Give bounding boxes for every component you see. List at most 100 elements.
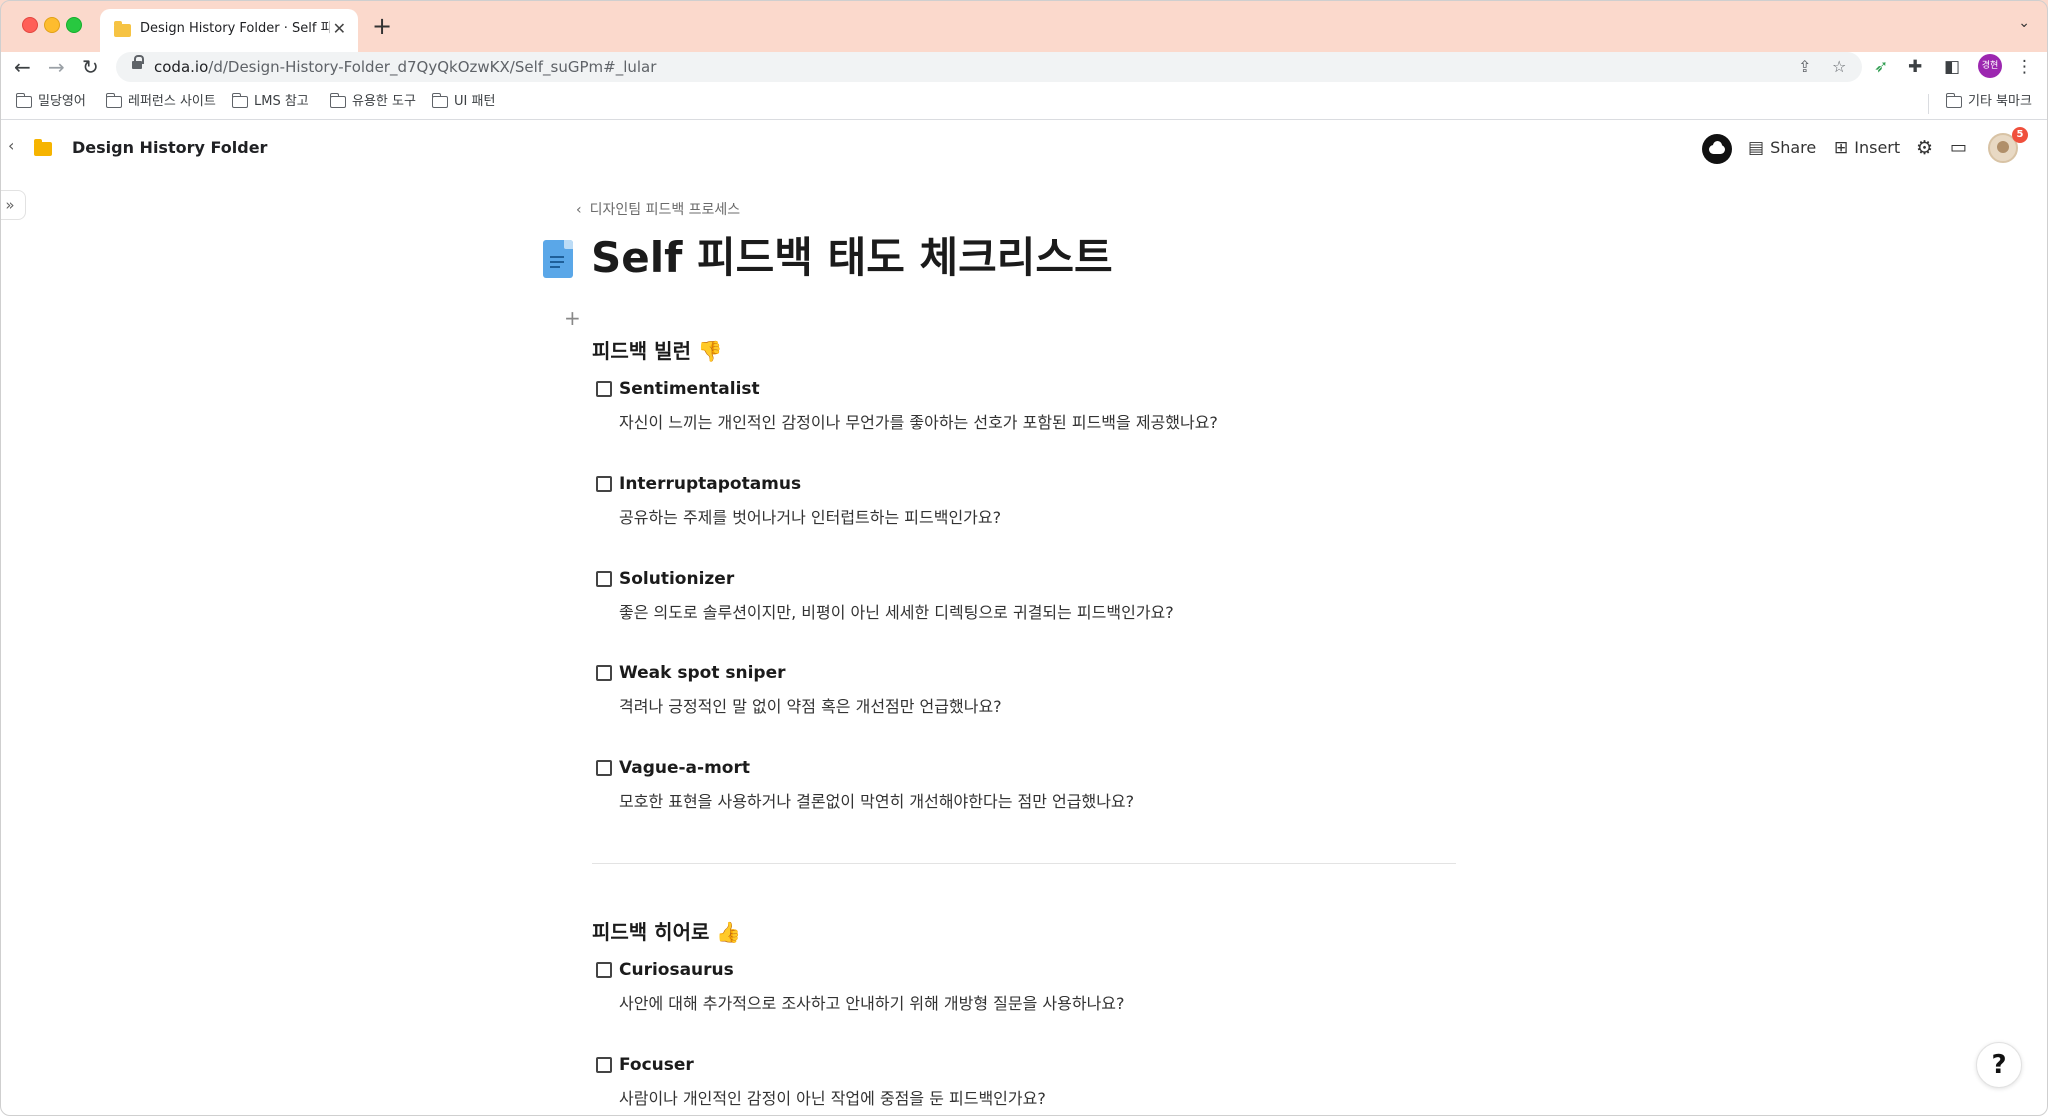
checklist-item-label[interactable]: Solutionizer: [619, 566, 734, 592]
section-divider: [592, 863, 1456, 864]
page-icon-line: [550, 266, 560, 268]
settings-gear-icon[interactable]: ⚙: [1916, 135, 1933, 161]
insert-button[interactable]: ⊞ Insert: [1834, 135, 1900, 161]
folder-icon: [1945, 93, 1962, 108]
bookmark-folder[interactable]: UI 패턴: [431, 92, 496, 112]
bookmark-label: 레퍼런스 사이트: [128, 94, 216, 109]
chevron-left-icon[interactable]: ‹: [8, 136, 14, 155]
section-heading-hero[interactable]: 피드백 히어로 👍: [592, 917, 741, 947]
checklist-item-description[interactable]: 사안에 대해 추가적으로 조사하고 안내하기 위해 개방형 질문을 사용하나요?: [619, 991, 1125, 1017]
checklist-item-label[interactable]: Curiosaurus: [619, 957, 734, 983]
folder-icon: [231, 93, 248, 108]
checkbox[interactable]: [596, 962, 612, 978]
section-heading-villain[interactable]: 피드백 빌런 👎: [592, 336, 723, 366]
browser-tab-strip: Design History Folder · Self 피드 ✕ + ⌄: [0, 0, 2048, 52]
doc-folder-icon: [34, 139, 52, 156]
page-title[interactable]: Self 피드백 태도 체크리스트: [591, 228, 1113, 288]
checklist-item-description[interactable]: 공유하는 주제를 벗어나거나 인터럽트하는 피드백인가요?: [619, 505, 1001, 531]
bookmark-label: LMS 참고: [254, 94, 309, 109]
chevron-down-icon[interactable]: ⌄: [2018, 15, 2030, 31]
bookmark-label: 유용한 도구: [352, 94, 416, 109]
checklist-item-description[interactable]: 격려나 긍정적인 말 없이 약점 혹은 개선점만 언급했나요?: [619, 694, 1002, 720]
breadcrumb[interactable]: ‹ 디자인팀 피드백 프로세스: [576, 200, 740, 220]
folder-icon: [105, 93, 122, 108]
add-block-icon[interactable]: +: [564, 306, 581, 330]
checklist-item: Solutionizer 좋은 의도로 솔루션이지만, 비평이 아닌 세세한 디…: [596, 566, 1496, 646]
insert-grid-icon: ⊞: [1834, 138, 1849, 158]
checklist-item: Sentimentalist 자신이 느끼는 개인적인 감정이나 무언가를 좋아…: [596, 376, 1496, 456]
url-host: coda.io: [154, 58, 209, 76]
forward-button[interactable]: →: [48, 54, 65, 80]
checklist-item: Weak spot sniper 격려나 긍정적인 말 없이 약점 혹은 개선점…: [596, 660, 1496, 740]
checkbox[interactable]: [596, 381, 612, 397]
folder-icon: [329, 93, 346, 108]
checkbox[interactable]: [596, 1057, 612, 1073]
window-zoom-button[interactable]: [66, 17, 82, 33]
window-minimize-button[interactable]: [44, 17, 60, 33]
back-button[interactable]: ←: [14, 54, 31, 80]
checkbox[interactable]: [596, 760, 612, 776]
document-page-icon[interactable]: [543, 240, 573, 278]
checkbox[interactable]: [596, 571, 612, 587]
checklist-item-description[interactable]: 자신이 느끼는 개인적인 감정이나 무언가를 좋아하는 선호가 포함된 피드백을…: [619, 410, 1218, 436]
url-text[interactable]: coda.io/d/Design-History-Folder_d7QyQkOz…: [154, 57, 656, 77]
url-path: /d/Design-History-Folder_d7QyQkOzwKX/Sel…: [208, 58, 657, 76]
puzzle-icon[interactable]: ✚: [1908, 54, 1922, 80]
chevron-left-icon: ‹: [576, 202, 582, 218]
checklist-item: Curiosaurus 사안에 대해 추가적으로 조사하고 안내하기 위해 개방…: [596, 957, 1496, 1037]
bookmark-label: 기타 북마크: [1968, 94, 2032, 109]
checklist-item-label[interactable]: Vague-a-mort: [619, 755, 750, 781]
checklist-item: Focuser 사람이나 개인적인 감정이 아닌 작업에 중점을 둔 피드백인가…: [596, 1052, 1496, 1116]
expand-sidebar-icon[interactable]: »: [0, 190, 26, 220]
checkbox[interactable]: [596, 665, 612, 681]
bookmark-folder[interactable]: 밀당영어: [15, 92, 86, 112]
folder-icon: [114, 21, 131, 37]
help-button[interactable]: ?: [1976, 1042, 2022, 1088]
browser-tab-active[interactable]: Design History Folder · Self 피드 ✕: [100, 9, 358, 52]
share-label: Share: [1770, 138, 1817, 157]
bookmarks-divider: [1928, 94, 1929, 114]
window-close-button[interactable]: [22, 17, 38, 33]
new-tab-button[interactable]: +: [372, 12, 392, 40]
reload-button[interactable]: ↻: [82, 54, 99, 80]
checklist-item-label[interactable]: Sentimentalist: [619, 376, 760, 402]
extension-leaf-icon[interactable]: ➶: [1874, 54, 1888, 80]
breadcrumb-label: 디자인팀 피드백 프로세스: [589, 202, 741, 218]
doc-title[interactable]: Design History Folder: [72, 136, 267, 160]
insert-label: Insert: [1854, 138, 1901, 157]
side-panel-icon[interactable]: ◧: [1944, 54, 1960, 80]
share-button[interactable]: ▤ Share: [1748, 135, 1816, 161]
page-icon-line: [550, 261, 564, 263]
checklist-item-label[interactable]: Weak spot sniper: [619, 660, 786, 686]
address-bar[interactable]: coda.io/d/Design-History-Folder_d7QyQkOz…: [116, 52, 1862, 82]
folder-icon: [15, 93, 32, 108]
checklist-item: Interruptapotamus 공유하는 주제를 벗어나거나 인터럽트하는 …: [596, 471, 1496, 551]
checklist-item: Vague-a-mort 모호한 표현을 사용하거나 결론없이 막연히 개선해야…: [596, 755, 1496, 835]
checklist-item-label[interactable]: Focuser: [619, 1052, 694, 1078]
bookmarks-bar: 밀당영어 레퍼런스 사이트 LMS 참고 유용한 도구 UI 패턴 기타 북마크: [0, 86, 2048, 120]
close-tab-icon[interactable]: ✕: [333, 19, 346, 39]
other-bookmarks[interactable]: 기타 북마크: [1945, 92, 2032, 112]
checklist-item-description[interactable]: 사람이나 개인적인 감정이 아닌 작업에 중점을 둔 피드백인가요?: [619, 1086, 1046, 1112]
checkbox[interactable]: [596, 476, 612, 492]
folder-icon: [431, 93, 448, 108]
bookmark-label: 밀당영어: [38, 94, 86, 109]
more-menu-icon[interactable]: ⋮: [2016, 54, 2033, 80]
sync-cloud-icon[interactable]: [1702, 134, 1732, 164]
page-icon-line: [550, 256, 564, 258]
bookmark-star-icon[interactable]: ☆: [1832, 56, 1846, 78]
bookmark-folder[interactable]: 레퍼런스 사이트: [105, 92, 216, 112]
bookmark-folder[interactable]: 유용한 도구: [329, 92, 416, 112]
share-icon: ▤: [1748, 138, 1765, 158]
doc-header: ‹ Design History Folder ▤ Share ⊞ Insert ⚙…: [0, 120, 2048, 176]
checklist-item-description[interactable]: 좋은 의도로 솔루션이지만, 비평이 아닌 세세한 디렉팅으로 귀결되는 피드백…: [619, 600, 1174, 626]
tab-title: Design History Folder · Self 피드: [140, 21, 330, 36]
checklist-item-description[interactable]: 모호한 표현을 사용하거나 결론없이 막연히 개선해야한다는 점만 언급했나요?: [619, 789, 1134, 815]
share-page-icon[interactable]: ⇪: [1798, 56, 1811, 78]
lock-icon[interactable]: [132, 55, 144, 72]
bookmark-folder[interactable]: LMS 참고: [231, 92, 309, 112]
profile-avatar[interactable]: 경현: [1978, 54, 2002, 78]
comments-icon[interactable]: ▭: [1950, 135, 1967, 161]
bookmark-label: UI 패턴: [454, 94, 496, 109]
checklist-item-label[interactable]: Interruptapotamus: [619, 471, 801, 497]
